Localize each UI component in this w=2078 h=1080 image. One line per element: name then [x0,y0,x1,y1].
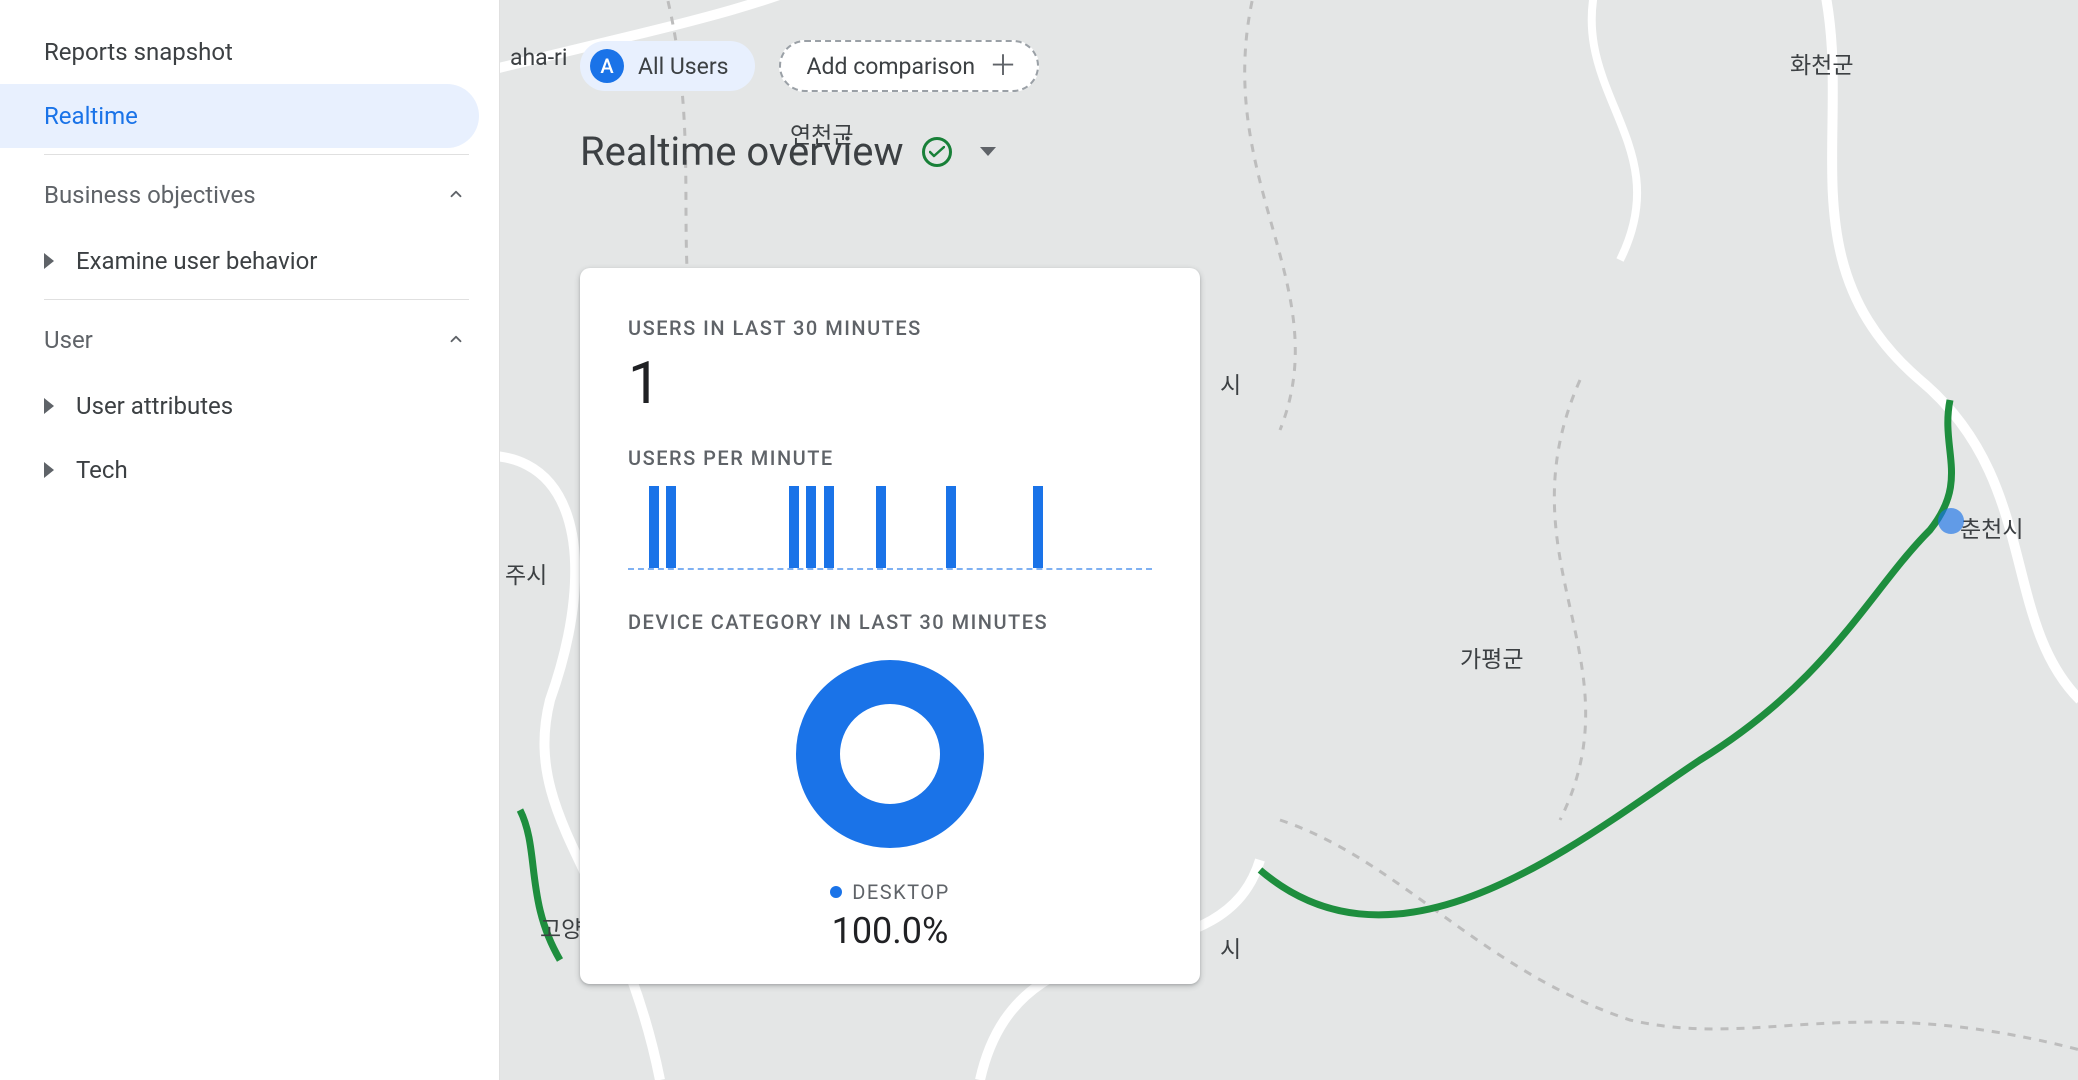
donut-icon [790,654,990,854]
card-device-title: DEVICE CATEGORY IN LAST 30 MINUTES [628,610,1152,634]
divider [44,154,469,155]
chevron-up-icon [447,181,465,209]
sidebar-item-label: Tech [76,456,128,484]
sidebar-item-user-attributes[interactable]: User attributes [0,374,499,438]
add-comparison-button[interactable]: Add comparison ＋ [779,40,1040,92]
chart-baseline [628,568,1152,570]
comparison-bar: A All Users Add comparison ＋ [580,40,1039,92]
map-label: 시 [1220,366,1241,400]
status-verified-icon[interactable] [922,137,952,167]
map-label: 시 [1220,930,1241,964]
card-users-value: 1 [628,350,1152,418]
caret-right-icon [44,398,54,414]
map-label: 가평군 [1460,640,1523,674]
sidebar-section-label: Business objectives [44,181,256,209]
map-label: 춘천시 [1960,510,2023,544]
main-area: aha-ri 연천군 시 주시 고양 시 가평군 화천군 춘천시 A All U… [500,0,2078,1080]
device-donut-chart: DESKTOP 100.0% [628,654,1152,952]
map-label: 고양 [540,910,582,944]
chart-bar [1033,486,1043,568]
divider [44,299,469,300]
chart-bar [666,486,676,568]
sidebar-item-tech[interactable]: Tech [0,438,499,502]
plus-icon: ＋ [989,52,1017,80]
chart-bar [649,486,659,568]
chip-avatar-letter: A [600,54,613,78]
sidebar-item-examine-user-behavior[interactable]: Examine user behavior [0,229,499,293]
card-users-title: USERS IN LAST 30 MINUTES [628,316,1152,340]
legend-dot-icon [830,886,842,898]
chevron-up-icon [447,326,465,354]
chip-label: All Users [638,53,729,80]
chart-bar [876,486,886,568]
card-upm-title: USERS PER MINUTE [628,446,1152,470]
caret-right-icon [44,462,54,478]
map-label: 주시 [505,556,547,590]
chip-avatar: A [590,49,624,83]
sidebar-item-realtime[interactable]: Realtime [0,84,479,148]
sidebar-section-business-objectives[interactable]: Business objectives [0,161,499,229]
chart-bar [824,486,834,568]
chart-bar [946,486,956,568]
sidebar-item-label: Realtime [44,102,138,130]
legend-percent: 100.0% [832,910,949,952]
device-legend: DESKTOP [830,880,949,904]
chart-bar [806,486,816,568]
realtime-user-dot[interactable] [1938,508,1964,534]
caret-right-icon [44,253,54,269]
segment-chip-all-users[interactable]: A All Users [580,41,755,91]
users-per-minute-chart [628,480,1152,570]
map-label: 화천군 [1790,46,1853,80]
sidebar-section-label: User [44,326,93,354]
chart-bar [789,486,799,568]
page-title: Realtime overview [580,128,904,175]
sidebar: Reports snapshot Realtime Business objec… [0,0,500,1080]
map-label: aha-ri [510,44,567,71]
sidebar-item-label: User attributes [76,392,233,420]
legend-label: DESKTOP [852,880,949,904]
sidebar-item-reports-snapshot[interactable]: Reports snapshot [0,20,499,84]
dropdown-caret-icon[interactable] [980,147,996,156]
page-title-row: Realtime overview [580,128,996,175]
sidebar-item-label: Reports snapshot [44,38,233,66]
realtime-card: USERS IN LAST 30 MINUTES 1 USERS PER MIN… [580,268,1200,984]
add-comparison-label: Add comparison [807,53,975,80]
sidebar-item-label: Examine user behavior [76,247,317,275]
sidebar-section-user[interactable]: User [0,306,499,374]
